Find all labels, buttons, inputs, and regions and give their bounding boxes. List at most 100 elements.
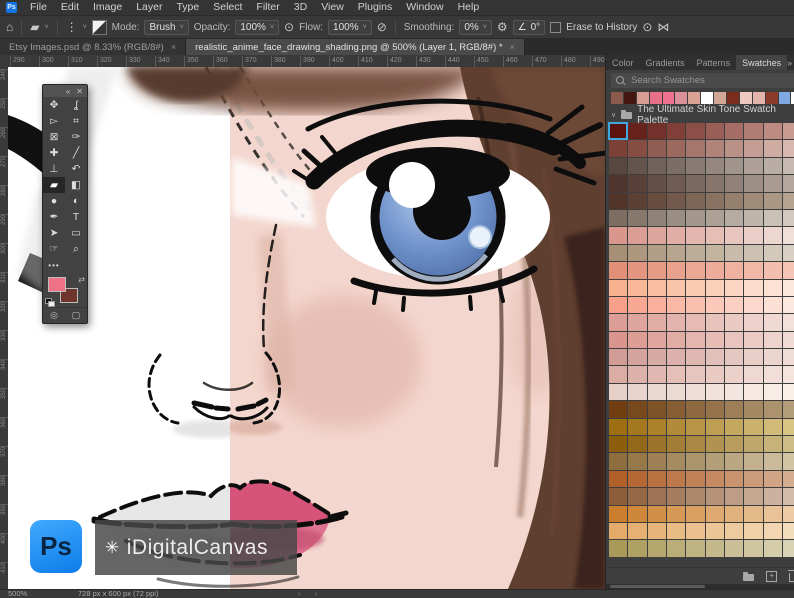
- swatch[interactable]: [706, 506, 724, 522]
- swatch[interactable]: [744, 175, 762, 191]
- swatch[interactable]: [686, 401, 704, 417]
- swatch[interactable]: [725, 193, 743, 209]
- swatch[interactable]: [648, 453, 666, 469]
- swatch[interactable]: [609, 366, 627, 382]
- swatch[interactable]: [764, 419, 782, 435]
- swatch[interactable]: [609, 297, 627, 313]
- swatch[interactable]: [706, 227, 724, 243]
- menu-select[interactable]: Select: [206, 0, 249, 15]
- swatch[interactable]: [706, 332, 724, 348]
- swatch[interactable]: [628, 384, 646, 400]
- swatch[interactable]: [783, 175, 794, 191]
- delete-swatch-icon[interactable]: [789, 573, 794, 582]
- swatch[interactable]: [783, 227, 794, 243]
- swatch[interactable]: [609, 453, 627, 469]
- swatch[interactable]: [686, 506, 704, 522]
- swatch[interactable]: [764, 262, 782, 278]
- pressure-opacity-icon[interactable]: ⊙: [284, 21, 294, 33]
- swap-colors-icon[interactable]: ⇄: [78, 275, 85, 284]
- swatch[interactable]: [648, 523, 666, 539]
- flow-input[interactable]: 100% ˅: [328, 20, 372, 35]
- document-tab[interactable]: Etsy Images.psd @ 8.33% (RGB/8#)×: [0, 39, 186, 55]
- swatch[interactable]: [764, 158, 782, 174]
- swatch[interactable]: [783, 262, 794, 278]
- swatch[interactable]: [648, 158, 666, 174]
- swatch[interactable]: [686, 523, 704, 539]
- swatch[interactable]: [628, 245, 646, 261]
- swatch[interactable]: [764, 471, 782, 487]
- swatch[interactable]: [648, 297, 666, 313]
- swatch[interactable]: [725, 245, 743, 261]
- swatch[interactable]: [609, 488, 627, 504]
- swatch[interactable]: [764, 314, 782, 330]
- swatch[interactable]: [609, 262, 627, 278]
- swatch-group-header[interactable]: ∨ The Ultimate Skin Tone Swatch Palette: [606, 107, 794, 122]
- recent-swatch[interactable]: [611, 92, 623, 104]
- swatch[interactable]: [744, 506, 762, 522]
- blur-tool[interactable]: ●: [43, 193, 65, 209]
- tab-swatches[interactable]: Swatches: [736, 55, 787, 70]
- tab-color[interactable]: Color: [606, 55, 640, 70]
- swatch[interactable]: [648, 366, 666, 382]
- swatch[interactable]: [648, 471, 666, 487]
- menu-edit[interactable]: Edit: [54, 0, 86, 15]
- swatch[interactable]: [764, 523, 782, 539]
- swatch[interactable]: [648, 436, 666, 452]
- swatch[interactable]: [609, 140, 627, 156]
- swatch[interactable]: [628, 175, 646, 191]
- menu-image[interactable]: Image: [86, 0, 129, 15]
- swatch[interactable]: [744, 471, 762, 487]
- swatch[interactable]: [667, 210, 685, 226]
- swatch[interactable]: [648, 419, 666, 435]
- collapse-panel-icon[interactable]: »: [787, 58, 792, 68]
- swatch[interactable]: [648, 123, 666, 139]
- swatch[interactable]: [686, 384, 704, 400]
- swatch[interactable]: [764, 245, 782, 261]
- swatch[interactable]: [706, 140, 724, 156]
- airbrush-icon[interactable]: ⊘: [377, 21, 387, 33]
- eraser-tool-preset-icon[interactable]: ▰: [30, 21, 39, 33]
- swatch[interactable]: [706, 245, 724, 261]
- swatch[interactable]: [783, 540, 794, 556]
- swatch[interactable]: [706, 175, 724, 191]
- swatch[interactable]: [764, 297, 782, 313]
- swatch[interactable]: [628, 366, 646, 382]
- swatch[interactable]: [744, 419, 762, 435]
- swatch[interactable]: [783, 193, 794, 209]
- brush-settings-panel-toggle-icon[interactable]: [92, 20, 107, 35]
- move-tool[interactable]: ✥: [43, 97, 65, 113]
- swatch[interactable]: [609, 314, 627, 330]
- recent-swatch[interactable]: [740, 92, 752, 104]
- swatch[interactable]: [648, 193, 666, 209]
- recent-swatch[interactable]: [727, 92, 739, 104]
- swatch[interactable]: [744, 227, 762, 243]
- swatch[interactable]: [667, 262, 685, 278]
- swatch[interactable]: [648, 140, 666, 156]
- menu-type[interactable]: Type: [169, 0, 206, 15]
- swatch[interactable]: [783, 401, 794, 417]
- swatch[interactable]: [648, 488, 666, 504]
- swatch[interactable]: [783, 488, 794, 504]
- swatch[interactable]: [744, 401, 762, 417]
- swatch[interactable]: [648, 280, 666, 296]
- horizontal-scrollbar[interactable]: [606, 584, 794, 589]
- swatch[interactable]: [628, 123, 646, 139]
- swatch[interactable]: [764, 349, 782, 365]
- lasso-tool[interactable]: ʆ: [65, 97, 87, 113]
- swatch[interactable]: [783, 245, 794, 261]
- swatch[interactable]: [764, 540, 782, 556]
- swatch[interactable]: [764, 175, 782, 191]
- swatch[interactable]: [686, 280, 704, 296]
- swatch[interactable]: [725, 280, 743, 296]
- swatch[interactable]: [706, 158, 724, 174]
- swatch[interactable]: [686, 158, 704, 174]
- chevron-down-icon[interactable]: ∨: [611, 111, 616, 119]
- swatch[interactable]: [744, 540, 762, 556]
- swatch[interactable]: [667, 401, 685, 417]
- swatch[interactable]: [648, 245, 666, 261]
- swatch[interactable]: [667, 332, 685, 348]
- object-selection-tool[interactable]: ▻: [43, 113, 65, 129]
- swatch[interactable]: [764, 366, 782, 382]
- swatch[interactable]: [648, 506, 666, 522]
- dodge-tool[interactable]: ◐: [65, 193, 87, 209]
